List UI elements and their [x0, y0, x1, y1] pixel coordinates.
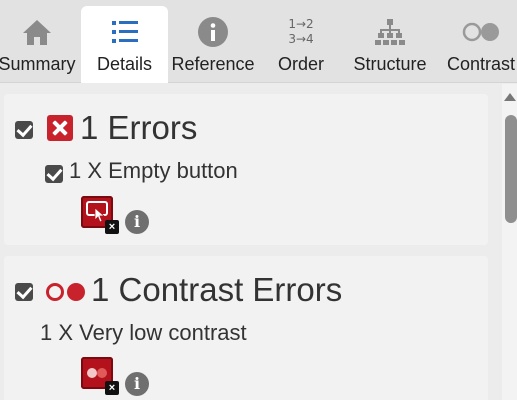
tab-contrast-label: Contrast — [446, 54, 516, 74]
badge-close-icon: × — [105, 381, 119, 395]
tab-order[interactable]: 1→2 3→4 Order — [258, 6, 344, 83]
errors-checkbox[interactable] — [15, 121, 33, 139]
contrast-icon — [436, 14, 517, 50]
order-icon: 1→2 3→4 — [258, 14, 344, 50]
empty-button-info-icon[interactable]: i — [125, 210, 149, 234]
order-icon-bottom: 3→4 — [288, 32, 314, 46]
tab-summary-label: Summary — [0, 54, 76, 74]
scroll-up-arrow-icon[interactable] — [504, 93, 516, 101]
tab-bar: Summary Details Reference 1→2 3→4 Order … — [0, 0, 517, 83]
empty-button-checkbox[interactable] — [45, 165, 63, 183]
low-contrast-info-icon[interactable]: i — [125, 372, 149, 396]
contrast-checkbox[interactable] — [15, 283, 33, 301]
hierarchy-icon — [344, 14, 436, 50]
badge-close-icon: × — [105, 220, 119, 234]
info-icon — [168, 14, 258, 50]
errors-panel: 1 Errors 1 X Empty button × i — [4, 94, 488, 245]
empty-button-item: 1 X Empty button — [69, 158, 238, 183]
error-icon — [47, 115, 73, 141]
tab-structure-label: Structure — [353, 54, 427, 74]
contrast-heading: 1 Contrast Errors — [91, 271, 343, 308]
tab-reference[interactable]: Reference — [168, 6, 258, 83]
tab-summary[interactable]: Summary — [0, 6, 80, 83]
contrast-panel: 1 Contrast Errors 1 X Very low contrast … — [4, 256, 488, 400]
low-contrast-item: 1 X Very low contrast — [40, 320, 247, 345]
home-icon — [0, 14, 80, 50]
tab-structure[interactable]: Structure — [344, 6, 436, 83]
contrast-error-icon — [46, 283, 85, 301]
very-low-contrast-icon[interactable]: × — [81, 357, 119, 395]
tab-details-label: Details — [96, 54, 153, 74]
tab-order-label: Order — [277, 54, 324, 74]
order-icon-top: 1→2 — [288, 17, 314, 31]
errors-heading: 1 Errors — [80, 109, 198, 146]
tab-contrast[interactable]: Contrast — [436, 6, 517, 83]
tab-details[interactable]: Details — [81, 6, 168, 83]
scrollbar-thumb[interactable] — [505, 115, 517, 223]
tab-reference-label: Reference — [171, 54, 255, 74]
empty-button-icon[interactable]: × — [81, 196, 119, 234]
list-icon — [81, 14, 168, 50]
